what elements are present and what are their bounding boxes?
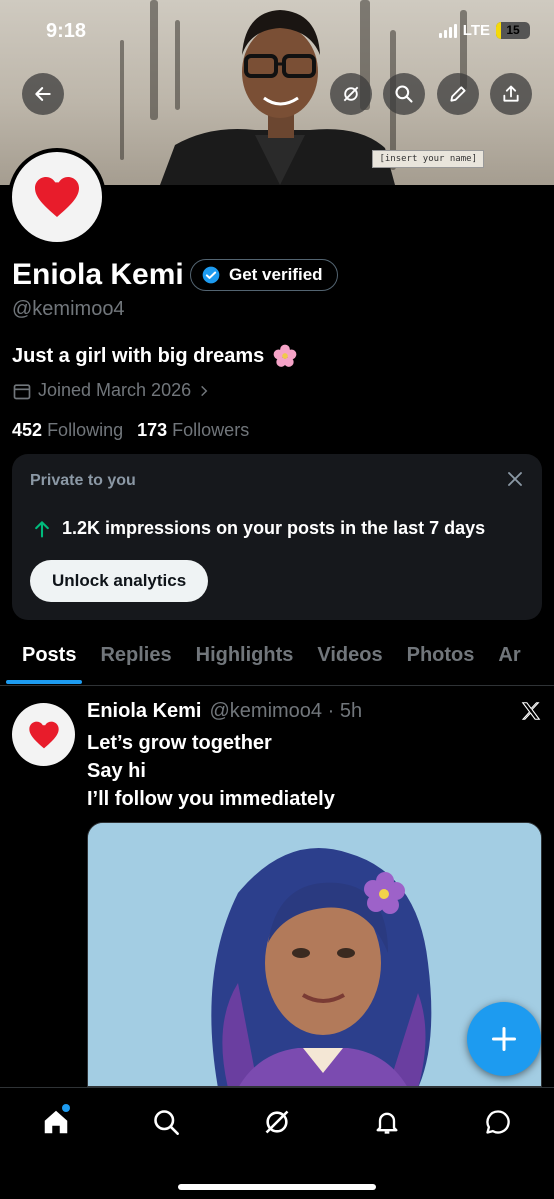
flower-icon [273,344,297,367]
back-button[interactable] [22,73,64,115]
dismiss-card-button[interactable] [506,470,524,493]
chevron-right-icon [201,385,208,396]
signal-icon [438,23,457,38]
get-verified-button[interactable]: Get verified [190,259,338,291]
nav-home[interactable] [36,1102,76,1142]
tab-highlights[interactable]: Highlights [184,636,306,674]
post-more-button[interactable] [520,700,542,727]
arrow-left-icon [35,87,51,101]
bottom-navigation [0,1087,554,1199]
grok-icon [343,86,359,102]
x-logo-icon [521,702,541,720]
status-time: 9:18 [46,20,87,42]
bell-icon [376,1112,398,1134]
arrow-up-icon [35,520,49,538]
followers-label: Followers [172,420,250,440]
analytics-card: Private to you 1.2K impressions on your … [12,454,542,620]
calendar-icon [13,383,31,399]
edit-button[interactable] [437,73,479,115]
grok-icon [265,1110,289,1134]
status-bar: 9:18 LTE 15 [0,20,554,46]
grok-button[interactable] [330,73,372,115]
verified-badge-icon [202,266,220,284]
impressions-stat: 1.2K impressions on your posts in the la… [32,518,485,539]
bio-text: Just a girl with big dreams [12,344,265,367]
message-icon [486,1110,510,1134]
following-count: 452 [12,420,43,440]
post-line: I’ll follow you immediately [87,788,335,810]
get-verified-label: Get verified [229,265,323,284]
card-title: Private to you [30,472,136,489]
nav-search[interactable] [146,1102,186,1142]
followers-link[interactable]: 173 Followers [137,420,249,441]
joined-date[interactable]: Joined March 2026 [12,380,211,401]
search-icon [154,1110,179,1135]
banner-caption: [insert your name] [372,150,484,168]
compose-post-button[interactable] [467,1002,541,1076]
profile-tabs: Posts Replies Highlights Videos Photos A… [0,636,554,686]
profile-bio: Just a girl with big dreams 🌸 [12,343,298,369]
tab-posts[interactable]: Posts [0,636,88,684]
heart-icon [28,721,59,748]
home-indicator [178,1184,376,1190]
search-button[interactable] [383,73,425,115]
post-header: Eniola Kemi @kemimoo4 · 5h [87,700,362,723]
joined-label: Joined March 2026 [38,380,192,400]
battery-label: 15 [506,23,520,37]
post-line: Say hi [87,760,146,782]
following-label: Following [47,420,124,440]
post-avatar[interactable] [12,703,75,766]
followers-count: 173 [137,420,168,440]
close-icon [508,472,522,486]
plus-icon [491,1026,517,1052]
post-line: Let’s grow together [87,732,272,754]
post-handle-time: @kemimoo4 · 5h [209,700,363,722]
search-icon [395,85,413,103]
follow-stats: 452 Following 173 Followers [12,420,249,441]
nav-messages[interactable] [478,1102,518,1142]
tab-replies[interactable]: Replies [88,636,183,674]
network-label: LTE [462,22,490,39]
unlock-analytics-button[interactable]: Unlock analytics [30,560,209,602]
tab-videos[interactable]: Videos [305,636,394,674]
nav-notifications[interactable] [367,1102,407,1142]
tab-articles[interactable]: Ar [486,636,532,674]
nav-grok[interactable] [257,1102,297,1142]
post-author-name[interactable]: Eniola Kemi [87,700,201,723]
profile-avatar[interactable] [8,148,106,246]
notification-dot [62,1104,70,1112]
post-body: Let’s grow together Say hi I’ll follow y… [87,729,335,813]
share-icon [503,85,519,102]
following-link[interactable]: 452 Following [12,420,123,441]
share-button[interactable] [490,73,532,115]
pencil-icon [450,86,466,102]
tab-photos[interactable]: Photos [395,636,487,674]
battery-icon: 15 [496,22,530,39]
impressions-text: 1.2K impressions on your posts in the la… [62,518,486,538]
profile-handle: @kemimoo4 [12,298,125,320]
heart-icon [35,177,79,217]
profile-name: Eniola Kemi [12,258,184,291]
